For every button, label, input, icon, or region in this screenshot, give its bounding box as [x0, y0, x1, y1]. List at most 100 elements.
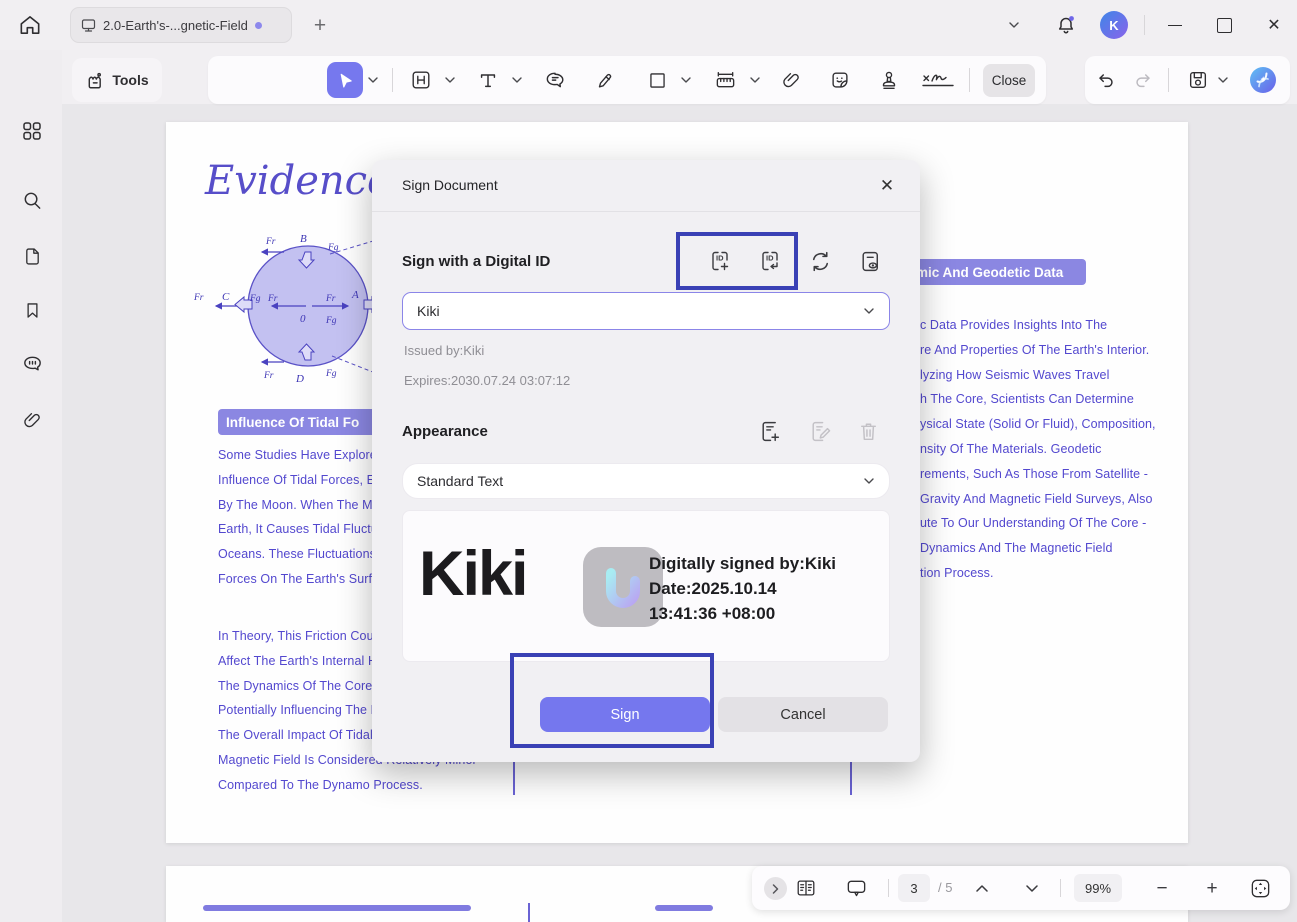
signature-icon [922, 74, 954, 87]
sidebar-item-comments[interactable] [19, 351, 45, 377]
cancel-button[interactable]: Cancel [718, 697, 888, 732]
fit-screen-button[interactable] [1248, 876, 1272, 900]
appearance-label: Appearance [402, 423, 488, 440]
next-page-heading-bar [203, 905, 471, 911]
stamp-tool-button[interactable] [871, 62, 907, 98]
toolbar-divider [1168, 68, 1169, 92]
chevron-down-icon [1218, 77, 1228, 83]
attachment-tool-button[interactable] [773, 62, 809, 98]
diagram-label-c: C [222, 291, 230, 303]
measure-tool-dropdown[interactable] [749, 76, 761, 84]
doc-text-line: Oceans. These Fluctuations C [218, 547, 389, 562]
sidebar-item-pages[interactable] [19, 243, 45, 269]
sidebar-item-bookmarks[interactable] [19, 297, 45, 323]
two-page-view-icon [797, 880, 815, 896]
save-button[interactable] [1180, 62, 1216, 98]
ai-assistant-button[interactable] [1249, 66, 1277, 94]
doc-text-line: lyzing How Seismic Waves Travel [920, 367, 1110, 382]
digital-id-select-value: Kiki [417, 303, 440, 319]
toolbar-divider [969, 68, 970, 92]
sidebar-item-thumbnails[interactable] [19, 118, 45, 144]
save-dropdown[interactable] [1217, 76, 1229, 84]
signature-detail-line: 13:41:36 +08:00 [649, 604, 776, 623]
home-button[interactable] [17, 12, 43, 38]
next-page-button[interactable] [1020, 876, 1044, 900]
diagram-label-zero: 0 [300, 313, 306, 325]
view-id-details-button[interactable] [853, 244, 887, 278]
doc-text-line: c Data Provides Insights Into The [920, 318, 1108, 332]
select-tool-dropdown[interactable] [367, 76, 379, 84]
sidebar-item-attachments[interactable] [19, 407, 45, 433]
add-appearance-button[interactable] [753, 414, 787, 448]
doc-text-line: By The Moon. When The Moo [218, 497, 387, 512]
tab-list-dropdown[interactable] [1008, 21, 1020, 29]
diagram-label-a: A [351, 289, 359, 301]
previous-page-button[interactable] [970, 876, 994, 900]
paperclip-icon [24, 412, 40, 428]
doc-text-line: re And Properties Of The Earth's Interio… [920, 342, 1150, 357]
statusbar-divider [888, 879, 889, 897]
delete-appearance-button[interactable] [851, 414, 885, 448]
diagram-label-fr: Fr [267, 294, 278, 304]
presentation-button[interactable] [844, 876, 868, 900]
measure-tool-button[interactable] [707, 62, 743, 98]
heading-tool-button[interactable] [403, 62, 439, 98]
zoom-out-button[interactable]: − [1150, 876, 1174, 900]
sign-document-dialog: Sign Document ✕ Sign with a Digital ID I… [372, 160, 920, 762]
comment-tool-button[interactable] [537, 62, 573, 98]
close-icon: ✕ [1267, 17, 1281, 34]
document-tab[interactable]: 2.0-Earth's-...gnetic-Field [70, 7, 292, 43]
shapes-tool-button[interactable] [639, 62, 675, 98]
close-tools-button[interactable]: Close [983, 64, 1035, 97]
shapes-tool-dropdown[interactable] [680, 76, 692, 84]
dialog-title: Sign Document [402, 177, 498, 193]
notifications-button[interactable] [1053, 12, 1079, 38]
digital-id-select[interactable]: Kiki [402, 292, 890, 330]
user-avatar[interactable]: K [1100, 11, 1128, 39]
present-icon [847, 880, 865, 896]
select-tool-button[interactable] [327, 62, 363, 98]
heading-tool-dropdown[interactable] [444, 76, 456, 84]
unsaved-dot [254, 21, 262, 29]
note-edit-icon [811, 421, 830, 441]
cursor-icon [340, 73, 352, 88]
diagram-label-d: D [295, 373, 304, 385]
titlebar: 2.0-Earth's-...gnetic-Field + K ✕ [0, 0, 1297, 50]
minimize-button[interactable] [1161, 12, 1189, 38]
square-icon [649, 72, 665, 88]
signature-tool-button[interactable] [918, 62, 962, 98]
signature-detail-line: Date:2025.10.14 [649, 579, 777, 598]
refresh-ids-button[interactable] [803, 244, 837, 278]
zoom-level-input[interactable] [1074, 874, 1122, 902]
bookmark-icon [26, 302, 38, 318]
signature-name: Kiki [419, 539, 529, 609]
page-total-label: / 5 [938, 880, 953, 895]
appearance-select[interactable]: Standard Text [402, 463, 890, 499]
chevron-down-icon [512, 77, 522, 83]
undo-button[interactable] [1088, 62, 1124, 98]
tools-button[interactable]: Tools [72, 58, 162, 102]
new-tab-button[interactable]: + [308, 13, 332, 37]
sticker-tool-button[interactable] [822, 62, 858, 98]
left-section-heading: Influence Of Tidal Fo [218, 409, 378, 435]
issued-by-text: Issued by:Kiki [404, 343, 485, 358]
page-layout-button[interactable] [794, 876, 818, 900]
diagram-label-fg: Fg [249, 294, 261, 304]
maximize-button[interactable] [1210, 12, 1238, 38]
text-icon [480, 74, 496, 88]
dialog-close-button[interactable]: ✕ [872, 171, 902, 201]
text-tool-dropdown[interactable] [511, 76, 523, 84]
chevron-down-icon [864, 478, 874, 484]
edit-appearance-button[interactable] [803, 414, 837, 448]
sidebar-item-search[interactable] [19, 187, 45, 213]
collapse-bar-button[interactable] [764, 877, 787, 900]
diagram-label-fg: Fg [327, 243, 339, 253]
page-number-input[interactable] [898, 874, 930, 902]
text-tool-button[interactable] [470, 62, 506, 98]
fit-screen-icon [1251, 879, 1269, 897]
close-window-button[interactable]: ✕ [1260, 12, 1288, 38]
zoom-in-button[interactable]: + [1200, 876, 1224, 900]
highlighter-tool-button[interactable] [588, 62, 624, 98]
redo-button[interactable] [1125, 62, 1161, 98]
ruler-icon [716, 71, 734, 87]
